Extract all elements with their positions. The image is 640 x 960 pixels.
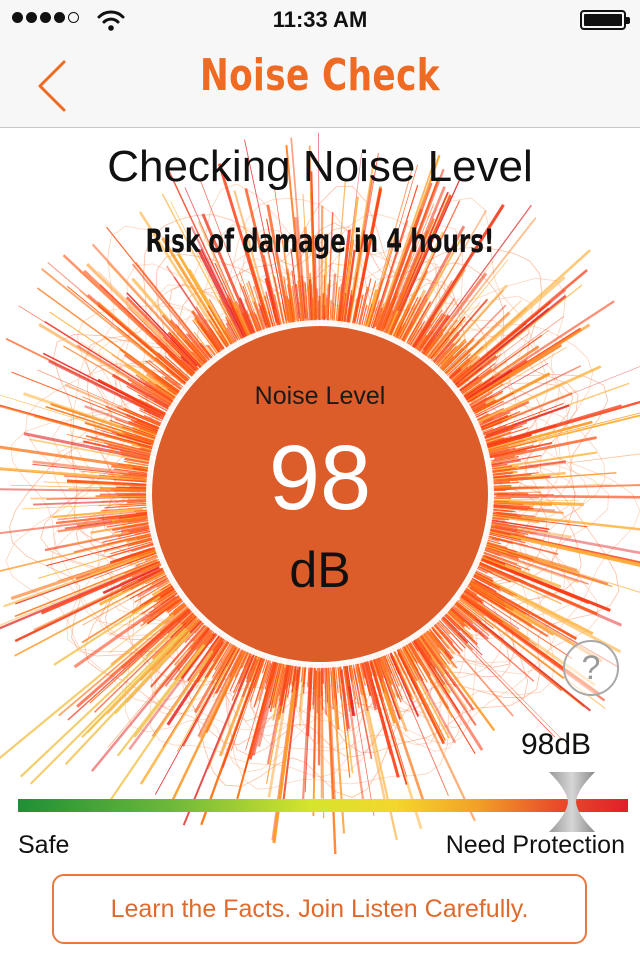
help-button[interactable]: ?	[563, 640, 619, 696]
status-bar: 11:33 AM	[0, 0, 640, 40]
gauge-unit: dB	[289, 542, 351, 598]
learn-facts-button[interactable]: Learn the Facts. Join Listen Carefully.	[52, 874, 587, 944]
scale-marker-icon	[549, 772, 595, 832]
status-time: 11:33 AM	[272, 7, 368, 32]
noise-scale-bar	[18, 799, 628, 812]
question-icon: ?	[581, 649, 601, 687]
risk-warning: Risk of damage in 4 hours!	[145, 222, 495, 260]
gauge-value: 98	[268, 427, 372, 529]
battery-icon	[580, 10, 630, 30]
scale-max-label: Need Protection	[445, 831, 625, 859]
scale-min-label: Safe	[18, 831, 70, 859]
navigation-bar: Noise Check	[0, 40, 640, 128]
page-title: Checking Noise Level	[107, 142, 533, 191]
gauge-label: Noise Level	[254, 382, 386, 410]
nav-title: Noise Check	[199, 50, 441, 101]
scale-reading: 98dB	[520, 728, 592, 761]
